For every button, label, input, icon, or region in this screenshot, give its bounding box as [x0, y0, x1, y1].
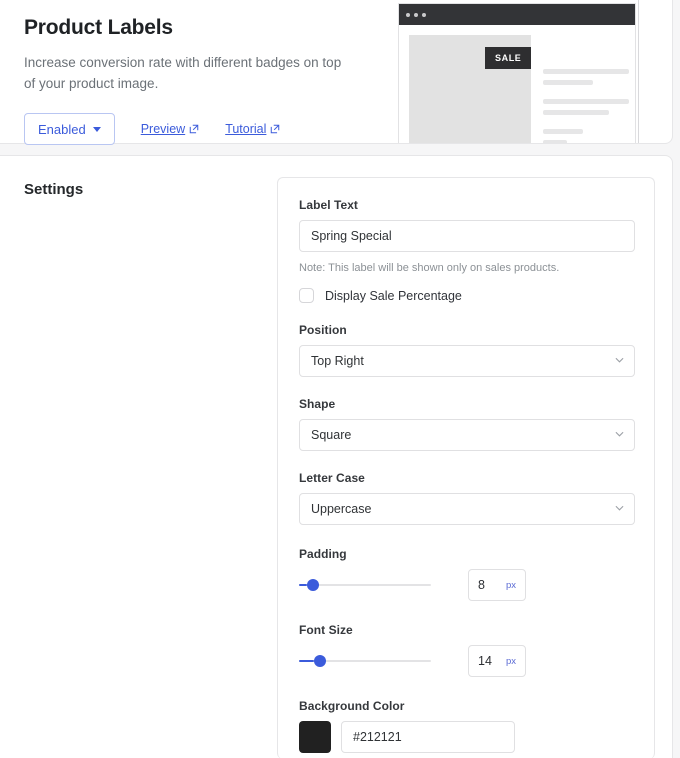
placeholder-line	[543, 110, 609, 115]
browser-title-bar	[399, 4, 635, 25]
sale-badge: SALE	[485, 47, 532, 69]
position-label: Position	[299, 323, 347, 337]
product-text-placeholder	[531, 35, 629, 143]
shape-label: Shape	[299, 397, 336, 411]
background-color-row	[299, 721, 633, 753]
window-dot-icon	[414, 12, 418, 17]
preview-illustration: SALE	[398, 0, 673, 143]
display-sale-percentage-row[interactable]: Display Sale Percentage	[299, 288, 633, 303]
font-size-slider-fill	[299, 660, 314, 662]
shape-select[interactable]: Square	[299, 419, 635, 451]
header-left: Product Labels Increase conversion rate …	[0, 0, 390, 145]
display-sale-percentage-label: Display Sale Percentage	[325, 288, 462, 303]
placeholder-line	[543, 129, 583, 134]
settings-section-title: Settings	[24, 181, 84, 198]
chevron-down-icon	[92, 126, 101, 132]
font-size-value-box[interactable]: 14 px	[468, 645, 526, 677]
preview-link-label: Preview	[140, 122, 186, 136]
label-text-input[interactable]	[299, 220, 635, 252]
background-color-label: Background Color	[299, 699, 405, 713]
padding-slider-fill	[299, 584, 307, 586]
padding-slider-knob[interactable]	[306, 579, 319, 591]
padding-slider[interactable]	[299, 577, 431, 593]
label-text-label: Label Text	[299, 198, 358, 212]
display-sale-percentage-checkbox[interactable]	[299, 288, 314, 303]
status-dropdown-label: Enabled	[38, 121, 86, 137]
app-page: Product Labels Increase conversion rate …	[0, 0, 680, 758]
padding-value: 8	[478, 578, 485, 592]
letter-case-select-wrapper: Uppercase	[299, 493, 635, 525]
vertical-divider	[638, 0, 639, 143]
background-color-swatch[interactable]	[299, 721, 331, 753]
tutorial-link[interactable]: Tutorial	[225, 122, 280, 136]
browser-content: SALE	[399, 25, 635, 143]
letter-case-label: Letter Case	[299, 471, 365, 485]
shape-select-wrapper: Square	[299, 419, 635, 451]
font-size-slider-knob[interactable]	[313, 655, 326, 667]
browser-mockup: SALE	[398, 3, 636, 143]
padding-unit: px	[505, 579, 516, 591]
font-size-unit: px	[505, 655, 516, 667]
window-dot-icon	[406, 12, 410, 17]
position-select-wrapper: Top Right	[299, 345, 635, 377]
external-link-icon	[271, 124, 280, 134]
font-size-slider[interactable]	[299, 653, 431, 669]
padding-value-box[interactable]: 8 px	[468, 569, 526, 601]
settings-card: Settings Label Text Note: This label wil…	[0, 155, 673, 758]
header-actions: Enabled Preview Tutorial	[24, 113, 390, 145]
external-link-icon	[189, 124, 199, 134]
padding-row: 8 px	[299, 569, 633, 601]
font-size-label: Font Size	[299, 623, 353, 637]
label-text-note: Note: This label will be shown only on s…	[299, 262, 560, 274]
placeholder-line	[543, 99, 629, 104]
placeholder-line	[543, 69, 629, 74]
font-size-row: 14 px	[299, 645, 633, 677]
padding-label: Padding	[299, 547, 347, 561]
letter-case-select[interactable]: Uppercase	[299, 493, 635, 525]
status-dropdown-button[interactable]: Enabled	[24, 113, 115, 145]
placeholder-line	[543, 80, 593, 85]
tutorial-link-label: Tutorial	[225, 122, 267, 136]
font-size-value: 14	[478, 654, 492, 668]
page-description: Increase conversion rate with different …	[24, 55, 342, 91]
placeholder-line	[543, 140, 567, 143]
window-dot-icon	[422, 12, 426, 17]
preview-link[interactable]: Preview	[141, 122, 199, 136]
page-title: Product Labels	[24, 16, 173, 39]
header-card: Product Labels Increase conversion rate …	[0, 0, 673, 145]
settings-form-panel: Label Text Note: This label will be show…	[277, 177, 655, 758]
position-select[interactable]: Top Right	[299, 345, 635, 377]
background-color-input[interactable]	[341, 721, 515, 753]
